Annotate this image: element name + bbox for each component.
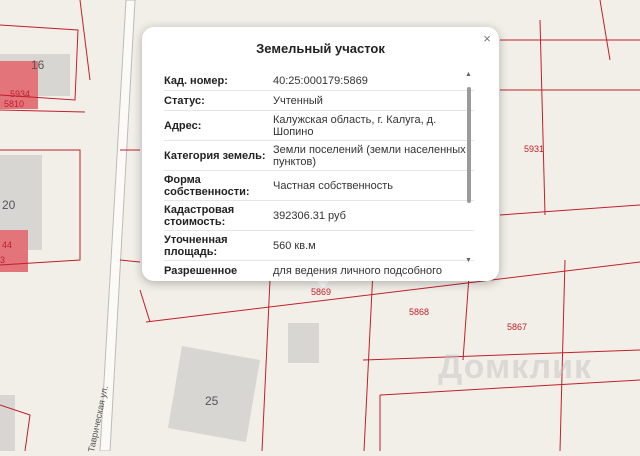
row-permitted-use: Разрешенное для ведения личного подсобно… bbox=[164, 261, 474, 280]
row-label: Кадастровая стоимость: bbox=[164, 203, 235, 228]
row-value: для ведения личного подсобного bbox=[273, 264, 443, 277]
row-value: Частная собственность bbox=[273, 179, 394, 192]
parcel-label[interactable]: 5931 bbox=[524, 144, 544, 154]
parcel-label[interactable]: 3 bbox=[0, 255, 5, 265]
parcel-properties: Кад. номер: 40:25:000179:5869 Статус: Уч… bbox=[164, 71, 474, 280]
scroll-thumb[interactable] bbox=[467, 87, 471, 203]
row-value: 392306.31 руб bbox=[273, 209, 346, 222]
house-number: 20 bbox=[2, 198, 16, 212]
popup-title: Земельный участок bbox=[256, 41, 385, 56]
row-address: Адрес: Калужская область, г. Калуга, д. … bbox=[164, 111, 474, 141]
house-number: 16 bbox=[31, 58, 45, 72]
building bbox=[0, 395, 15, 451]
row-cadastral-value: Кадастровая стоимость: 392306.31 руб bbox=[164, 201, 474, 231]
row-value: 560 кв.м bbox=[273, 239, 316, 252]
row-label: Уточненная площадь: bbox=[164, 233, 228, 258]
row-status: Статус: Учтенный bbox=[164, 91, 474, 111]
row-label: Адрес: bbox=[164, 119, 202, 132]
parcel-label[interactable]: 5867 bbox=[507, 322, 527, 332]
row-label: Кад. номер: bbox=[164, 74, 228, 87]
row-value: Калужская область, г. Калуга, д. Шопино bbox=[273, 113, 437, 138]
row-label: Разрешенное bbox=[164, 264, 238, 277]
row-value: Учтенный bbox=[273, 94, 323, 107]
row-value: 40:25:000179:5869 bbox=[273, 74, 368, 87]
row-area: Уточненная площадь: 560 кв.м bbox=[164, 231, 474, 261]
house-number: 25 bbox=[205, 394, 219, 408]
close-icon[interactable]: × bbox=[479, 31, 495, 47]
row-value: Земли поселений (земли населенных пункто… bbox=[273, 143, 466, 168]
parcel-label[interactable]: 44 bbox=[2, 240, 12, 250]
parcel-label[interactable]: 5810 bbox=[4, 99, 24, 109]
watermark: Домклик bbox=[438, 348, 593, 386]
building bbox=[288, 323, 319, 363]
row-land-category: Категория земель: Земли поселений (земли… bbox=[164, 141, 474, 171]
parcel-label[interactable]: 5868 bbox=[409, 307, 429, 317]
row-ownership: Форма собственности: Частная собственнос… bbox=[164, 171, 474, 201]
parcel-label[interactable]: 5869 bbox=[311, 287, 331, 297]
row-cadastral-number: Кад. номер: 40:25:000179:5869 bbox=[164, 71, 474, 91]
scroll-up-icon[interactable]: ▲ bbox=[465, 71, 472, 78]
row-label: Статус: bbox=[164, 94, 205, 107]
building-highlight bbox=[0, 230, 28, 272]
row-label: Категория земель: bbox=[164, 149, 266, 162]
scroll-down-icon[interactable]: ▼ bbox=[465, 257, 472, 264]
popup-scrollbar[interactable]: ▲ ▼ bbox=[464, 71, 474, 267]
parcel-label[interactable]: 5934 bbox=[10, 89, 30, 99]
row-label: Форма собственности: bbox=[164, 173, 250, 198]
parcel-info-popup: Земельный участок × Кад. номер: 40:25:00… bbox=[142, 27, 499, 281]
